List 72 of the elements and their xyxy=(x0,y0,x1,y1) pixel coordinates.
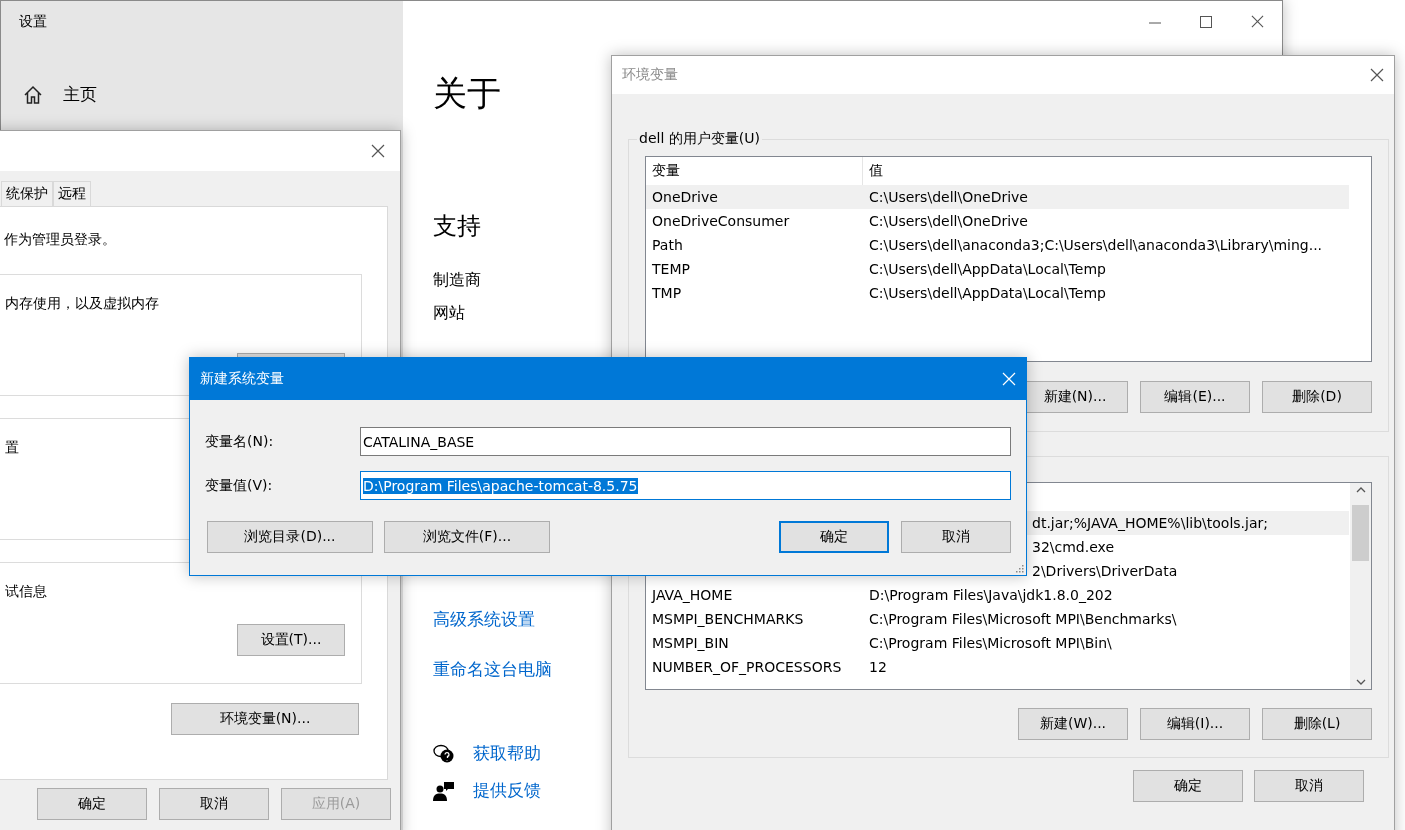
table-button[interactable]: 编辑(I)... xyxy=(1140,708,1250,740)
group-description: 试信息 xyxy=(5,583,47,601)
close-icon[interactable] xyxy=(1251,15,1264,28)
chat-question-icon xyxy=(433,743,455,764)
field-label: 变量名(N): xyxy=(205,432,275,451)
scroll-down-icon[interactable] xyxy=(1355,679,1366,685)
table-cell-text: JAVA_HOME xyxy=(650,587,734,603)
table-button[interactable]: 编辑(E)... xyxy=(1140,381,1250,413)
scroll-up-icon[interactable] xyxy=(1355,487,1366,493)
dialog-button[interactable]: 取消 xyxy=(159,788,269,820)
table-cell-text: dt.jar;%JAVA_HOME%\lib\tools.jar; xyxy=(1031,515,1268,531)
browse-button[interactable]: 浏览目录(D)... xyxy=(207,521,373,553)
settings-link[interactable]: 高级系统设置 xyxy=(433,608,535,631)
group-label: dell 的用户变量(U) xyxy=(638,130,761,148)
resize-grip-icon[interactable] xyxy=(1014,563,1024,573)
table-cell-text: TEMP xyxy=(651,261,691,277)
table-button[interactable]: 删除(L) xyxy=(1262,708,1372,740)
nav-item[interactable]: 主页 xyxy=(19,83,403,106)
table-button[interactable]: 删除(D) xyxy=(1262,381,1372,413)
group-description: 内存使用，以及虚拟内存 xyxy=(5,295,159,313)
dialog-button[interactable]: 确定 xyxy=(779,521,889,553)
table-cell-text: 2\Drivers\DriverData xyxy=(1031,563,1178,579)
dialog-button[interactable]: 取消 xyxy=(901,521,1011,553)
env-vars-button[interactable]: 环境变量(N)... xyxy=(171,703,359,735)
table-cell-text: 32\cmd.exe xyxy=(1031,539,1115,555)
dialog-button[interactable]: 取消 xyxy=(1254,770,1364,802)
column-header[interactable]: 值 xyxy=(863,157,883,185)
section-heading: 支持 xyxy=(433,211,481,242)
tab[interactable]: 远程 xyxy=(53,181,91,206)
group-description: 置 xyxy=(5,439,19,457)
text-field[interactable]: D:\Program Files\apache-tomcat-8.5.75 xyxy=(360,471,1011,500)
settings-button[interactable]: 设置(T)... xyxy=(237,624,345,656)
text-field[interactable]: CATALINA_BASE xyxy=(360,427,1011,456)
table-cell-text: OneDrive xyxy=(651,189,719,205)
table-cell-text: TMP xyxy=(651,285,683,301)
scroll-thumb[interactable] xyxy=(1352,505,1369,561)
table-cell-text: Path xyxy=(651,237,684,253)
settings-link[interactable]: 重命名这台电脑 xyxy=(433,658,552,681)
table-cell-text: D:\Program Files\Java\jdk1.8.0_202 xyxy=(868,587,1113,603)
table-cell-text: C:\Users\dell\anaconda3;C:\Users\dell\anaconda3\Library\ming... xyxy=(868,237,1323,253)
table-button[interactable]: 新建(W)... xyxy=(1018,708,1128,740)
page-heading: 关于 xyxy=(433,72,501,115)
close-icon[interactable] xyxy=(371,144,385,158)
tab[interactable]: 统保护 xyxy=(1,181,53,206)
table-cell-text: C:\Program Files\Microsoft MPI\Benchmarks\ xyxy=(868,611,1177,627)
table-cell-text: C:\Users\dell\AppData\Local\Temp xyxy=(868,285,1106,301)
support-label: 制造商 xyxy=(433,270,481,291)
table-cell-text: C:\Users\dell\OneDrive xyxy=(868,213,1028,229)
table-cell-text: C:\Program Files\Microsoft MPI\Bin\ xyxy=(868,635,1112,651)
admin-note: 作为管理员登录。 xyxy=(4,231,116,249)
dialog-title: 新建系统变量 xyxy=(200,370,284,388)
field-label: 变量值(V): xyxy=(205,476,274,495)
help-link[interactable]: 提供反馈 xyxy=(473,779,541,802)
dialog-button[interactable]: 确定 xyxy=(37,788,147,820)
window-title: 环境变量 xyxy=(622,66,678,84)
table-cell-text: NUMBER_OF_PROCESSORS xyxy=(651,659,843,675)
table-cell-text: MSMPI_BIN xyxy=(651,635,730,651)
table-cell-text: MSMPI_BENCHMARKS xyxy=(651,611,805,627)
table-cell-text: 12 xyxy=(868,659,887,675)
scrollbar[interactable] xyxy=(1350,483,1371,689)
window-title: 设置 xyxy=(19,13,48,31)
support-label: 网站 xyxy=(433,303,465,324)
maximize-icon[interactable] xyxy=(1200,15,1212,29)
browse-button[interactable]: 浏览文件(F)... xyxy=(384,521,550,553)
dialog-button[interactable]: 确定 xyxy=(1133,770,1243,802)
table-cell-text: C:\Users\dell\AppData\Local\Temp xyxy=(868,261,1106,277)
table-cell-text: C:\Users\dell\OneDrive xyxy=(868,189,1028,205)
help-link[interactable]: 获取帮助 xyxy=(473,742,541,765)
person-speech-icon xyxy=(433,780,455,801)
table-cell-text: OneDriveConsumer xyxy=(651,213,791,229)
close-icon[interactable] xyxy=(1370,68,1384,82)
home-icon xyxy=(23,84,43,105)
